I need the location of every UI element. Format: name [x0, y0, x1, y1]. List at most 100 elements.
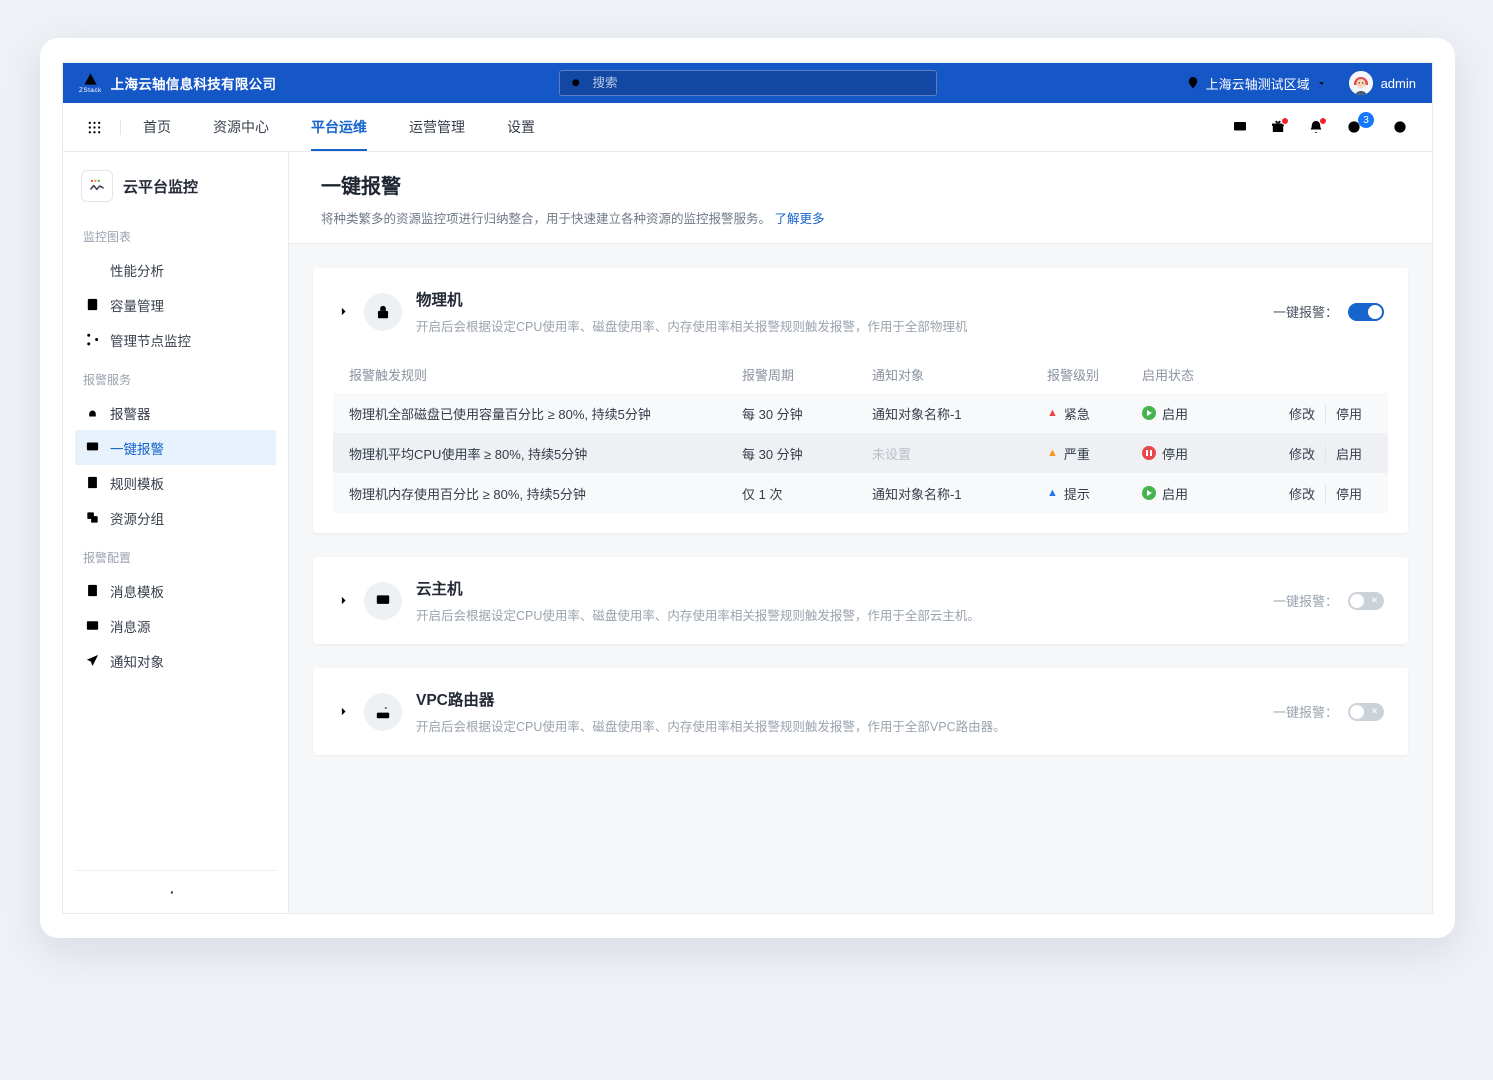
chevron-down-icon: [1316, 78, 1327, 89]
table-row: 物理机全部磁盘已使用容量百分比 ≥ 80%, 持续5分钟 每 30 分钟 通知对…: [333, 393, 1388, 433]
col-header-period: 报警周期: [742, 365, 872, 384]
enable-action[interactable]: 启用: [1325, 444, 1372, 463]
state-label: 停用: [1162, 444, 1188, 463]
card-titles: VPC路由器 开启后会根据设定CPU使用率、磁盘使用率、内存使用率相关报警规则触…: [416, 688, 1006, 735]
sidebar-item-performance[interactable]: 性能分析: [75, 252, 276, 287]
cell-level: ▲ 提示: [1047, 484, 1142, 503]
cell-notify: 通知对象名称-1: [872, 404, 1047, 423]
card-description: 开启后会根据设定CPU使用率、磁盘使用率、内存使用率相关报警规则触发报警，作用于…: [416, 605, 980, 624]
sidebar-item-label: 管理节点监控: [110, 330, 191, 350]
sidebar-item-label: 性能分析: [110, 260, 164, 280]
group-icon: [85, 510, 100, 525]
nav-item-resource-center[interactable]: 资源中心: [213, 103, 269, 151]
cell-state: 启用: [1142, 484, 1247, 503]
app-window: ZStack 上海云轴信息科技有限公司 上海云轴测试区域: [62, 62, 1433, 914]
sidebar-item-label: 资源分组: [110, 508, 164, 528]
onekey-toggle[interactable]: ✕: [1348, 592, 1384, 610]
sidebar-item-rule-template[interactable]: 规则模板: [75, 465, 276, 500]
nodes-icon: [85, 332, 100, 347]
task-record-icon[interactable]: 3: [1346, 119, 1362, 135]
company-name: 上海云轴信息科技有限公司: [111, 73, 277, 93]
card-titles: 物理机 开启后会根据设定CPU使用率、磁盘使用率、内存使用率相关报警规则触发报警…: [416, 288, 967, 335]
sidebar-item-notify-object[interactable]: 通知对象: [75, 643, 276, 678]
bar-chart-icon: [85, 262, 100, 277]
logo-text: ZStack: [79, 88, 102, 95]
bell-icon[interactable]: [1308, 119, 1324, 135]
sidebar: 云平台监控 监控图表 性能分析 容量管理 管理节点监控: [63, 152, 289, 913]
state-enabled-icon: [1142, 486, 1156, 500]
region-selector[interactable]: 上海云轴测试区域: [1186, 74, 1327, 93]
nav-right-icons: 3: [1232, 119, 1408, 135]
modify-action[interactable]: 修改: [1279, 484, 1325, 503]
apps-grid-icon[interactable]: [87, 120, 102, 135]
nav-item-settings[interactable]: 设置: [507, 103, 535, 151]
expand-chevron-icon[interactable]: [337, 594, 350, 607]
table-row: 物理机内存使用百分比 ≥ 80%, 持续5分钟 仅 1 次 通知对象名称-1 ▲…: [333, 473, 1388, 513]
expand-chevron-icon[interactable]: [337, 705, 350, 718]
card-vpc-router-header: VPC路由器 开启后会根据设定CPU使用率、磁盘使用率、内存使用率相关报警规则触…: [313, 668, 1408, 755]
vpc-router-icon: [364, 693, 402, 731]
document-icon: [85, 475, 100, 490]
sidebar-item-message-source[interactable]: 消息源: [75, 608, 276, 643]
product-header: 云平台监控: [75, 168, 276, 214]
page-description: 将种类繁多的资源监控项进行归纳整合，用于快速建立各种资源的监控报警服务。 了解更…: [321, 208, 1400, 227]
help-icon[interactable]: [1392, 119, 1408, 135]
nav-item-home[interactable]: 首页: [143, 103, 171, 151]
cell-level: ▲ 紧急: [1047, 404, 1142, 423]
sidebar-item-node-monitor[interactable]: 管理节点监控: [75, 322, 276, 357]
sidebar-collapse-icon[interactable]: [168, 885, 183, 900]
physical-machine-icon: [364, 293, 402, 331]
state-disabled-icon: [1142, 446, 1156, 460]
nav-divider: [120, 120, 121, 135]
modify-action[interactable]: 修改: [1279, 444, 1325, 463]
global-search[interactable]: [559, 70, 937, 96]
cell-state: 启用: [1142, 404, 1247, 423]
nav-item-operation-mgmt[interactable]: 运营管理: [409, 103, 465, 151]
onekey-toggle[interactable]: ✕: [1348, 703, 1384, 721]
disable-action[interactable]: 停用: [1325, 404, 1372, 423]
app-body: 云平台监控 监控图表 性能分析 容量管理 管理节点监控: [63, 152, 1432, 913]
user-menu[interactable]: admin: [1349, 71, 1416, 95]
sidebar-item-capacity[interactable]: 容量管理: [75, 287, 276, 322]
monitor-app-icon: [81, 170, 113, 202]
console-screen-icon[interactable]: [1232, 119, 1248, 135]
page-description-text: 将种类繁多的资源监控项进行归纳整合，用于快速建立各种资源的监控报警服务。: [321, 212, 771, 226]
onekey-toggle[interactable]: [1348, 303, 1384, 321]
table-row: 物理机平均CPU使用率 ≥ 80%, 持续5分钟 每 30 分钟 未设置 ▲ 严…: [333, 433, 1388, 473]
main-nav: 首页 资源中心 平台运维 运营管理 设置: [63, 103, 1432, 152]
nav-item-platform-ops[interactable]: 平台运维: [311, 103, 367, 151]
toggle-off-x-icon: ✕: [1371, 703, 1378, 721]
expand-chevron-icon[interactable]: [337, 305, 350, 318]
page-content: 物理机 开启后会根据设定CPU使用率、磁盘使用率、内存使用率相关报警规则触发报警…: [289, 244, 1432, 913]
level-label: 提示: [1064, 484, 1090, 503]
disable-action[interactable]: 停用: [1325, 484, 1372, 503]
cell-actions: 修改 停用: [1247, 484, 1372, 503]
region-name: 上海云轴测试区域: [1206, 74, 1310, 93]
group-label-alarm-service: 报警服务: [83, 371, 268, 388]
avatar: [1349, 71, 1373, 95]
gift-icon[interactable]: [1270, 119, 1286, 135]
sidebar-item-label: 规则模板: [110, 473, 164, 493]
sidebar-item-message-template[interactable]: 消息模板: [75, 573, 276, 608]
sidebar-item-resource-group[interactable]: 资源分组: [75, 500, 276, 535]
state-enabled-icon: [1142, 406, 1156, 420]
toggle-off-x-icon: ✕: [1371, 592, 1378, 610]
page-header: 一键报警 将种类繁多的资源监控项进行归纳整合，用于快速建立各种资源的监控报警服务…: [289, 152, 1432, 244]
card-vm-header: 云主机 开启后会根据设定CPU使用率、磁盘使用率、内存使用率相关报警规则触发报警…: [313, 557, 1408, 644]
learn-more-link[interactable]: 了解更多: [775, 212, 825, 226]
sidebar-footer: [75, 870, 276, 913]
search-input[interactable]: [591, 75, 926, 91]
mail-icon: [85, 618, 100, 633]
sidebar-item-alarms[interactable]: 报警器: [75, 395, 276, 430]
alarm-level-icon: ▲: [1047, 408, 1058, 419]
onekey-toggle-label: 一键报警：: [1273, 302, 1338, 321]
sidebar-item-onekey-alarm[interactable]: 一键报警: [75, 430, 276, 465]
nav-items: 首页 资源中心 平台运维 运营管理 设置: [143, 103, 535, 151]
card-physical-machine-header: 物理机 开启后会根据设定CPU使用率、磁盘使用率、内存使用率相关报警规则触发报警…: [313, 268, 1408, 355]
modify-action[interactable]: 修改: [1279, 404, 1325, 423]
desktop: ZStack 上海云轴信息科技有限公司 上海云轴测试区域: [0, 0, 1493, 1080]
document-icon: [85, 583, 100, 598]
cell-notify: 未设置: [872, 444, 1047, 463]
cell-rule: 物理机平均CPU使用率 ≥ 80%, 持续5分钟: [349, 444, 742, 463]
vm-icon: [364, 582, 402, 620]
